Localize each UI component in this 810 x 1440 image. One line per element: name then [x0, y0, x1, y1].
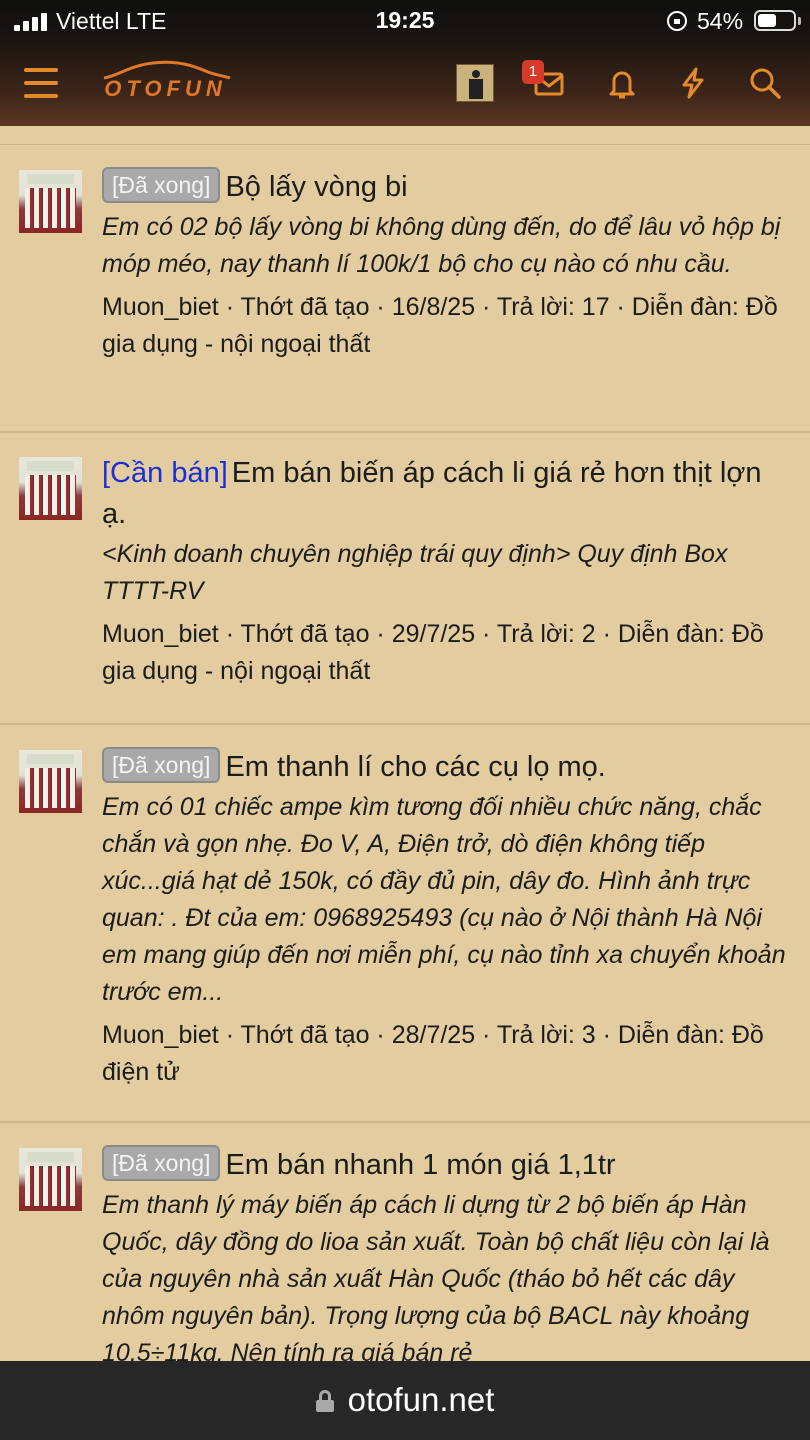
notification-badge: 1: [522, 60, 544, 84]
battery-percent: 54%: [697, 8, 744, 34]
thread-body: [Đã xong] Em thanh lí cho các cụ lọ mọ. E…: [102, 747, 792, 1091]
url-text[interactable]: otofun.net: [348, 1381, 495, 1418]
thread-item[interactable]: [Đã xong] Em thanh lí cho các cụ lọ mọ. E…: [0, 725, 810, 1123]
author-avatar[interactable]: [19, 457, 82, 520]
author-avatar[interactable]: [19, 170, 82, 233]
browser-address-bar[interactable]: otofun.net: [0, 1361, 810, 1440]
thread-prefix-link[interactable]: [Cần bán]: [102, 457, 228, 489]
thread-title[interactable]: [Cần bán] Em bán biến áp cách li giá rẻ h…: [102, 453, 792, 535]
thread-prefix-badge[interactable]: [Đã xong]: [102, 167, 221, 203]
thread-item[interactable]: [Cần bán] Em bán biến áp cách li giá rẻ h…: [0, 433, 810, 725]
thread-prefix-badge[interactable]: [Đã xong]: [102, 1145, 221, 1181]
top-chrome: Viettel LTE 19:25 54% OTOFUN 1: [0, 0, 810, 126]
bolt-icon[interactable]: [676, 66, 710, 100]
thread-title-text[interactable]: Bộ lấy vòng bi: [225, 171, 407, 203]
site-logo[interactable]: OTOFUN: [98, 60, 233, 102]
thread-snippet: <Kinh doanh chuyên nghiệp trái quy định>…: [102, 540, 728, 605]
bell-icon[interactable]: [605, 66, 639, 100]
author-avatar[interactable]: [19, 1148, 82, 1211]
logo-text: OTOFUN: [104, 76, 227, 101]
search-icon[interactable]: [748, 66, 782, 100]
thread-prefix-badge[interactable]: [Đã xong]: [102, 747, 221, 783]
thread-item[interactable]: [Đã xong] Bộ lấy vòng bi Em có 02 bộ lấy …: [0, 145, 810, 433]
url-display[interactable]: otofun.net: [0, 1381, 810, 1419]
battery-tip: [798, 17, 801, 25]
author-avatar[interactable]: [19, 750, 82, 813]
thread-meta: Muon_biet · Thớt đã tạo · 29/7/25 · Trả …: [102, 620, 764, 685]
thread-body: [Cần bán] Em bán biến áp cách li giá rẻ h…: [102, 453, 792, 690]
clock: 19:25: [375, 7, 435, 33]
thread-item[interactable]: [Đã xong] Em bán nhanh 1 món giá 1,1tr Em…: [0, 1123, 810, 1363]
menu-icon[interactable]: [24, 68, 58, 98]
header-divider: [0, 126, 810, 145]
user-avatar[interactable]: [456, 64, 494, 102]
thread-snippet: Em thanh lý máy biến áp cách li dựng từ …: [102, 1191, 770, 1363]
thread-meta: Muon_biet · Thớt đã tạo · 16/8/25 · Trả …: [102, 293, 778, 358]
app-header: OTOFUN 1: [0, 42, 810, 126]
orientation-lock-icon: [667, 11, 687, 31]
thread-title-text[interactable]: Em thanh lí cho các cụ lọ mọ.: [225, 751, 605, 783]
thread-title[interactable]: [Đã xong] Bộ lấy vòng bi: [102, 167, 792, 208]
thread-title[interactable]: [Đã xong] Em thanh lí cho các cụ lọ mọ.: [102, 747, 792, 788]
status-bar: Viettel LTE 19:25 54%: [0, 0, 810, 42]
thread-title[interactable]: [Đã xong] Em bán nhanh 1 món giá 1,1tr: [102, 1145, 792, 1186]
thread-meta: Muon_biet · Thớt đã tạo · 28/7/25 · Trả …: [102, 1021, 764, 1086]
thread-body: [Đã xong] Bộ lấy vòng bi Em có 02 bộ lấy …: [102, 167, 792, 363]
battery-icon: [754, 10, 796, 31]
thread-title-text[interactable]: Em bán nhanh 1 món giá 1,1tr: [225, 1149, 615, 1181]
thread-snippet: Em có 01 chiếc ampe kìm tương đối nhiều …: [102, 793, 786, 1006]
lock-icon: [315, 1390, 334, 1412]
thread-snippet: Em có 02 bộ lấy vòng bi không dùng đến, …: [102, 213, 781, 278]
thread-body: [Đã xong] Em bán nhanh 1 món giá 1,1tr Em…: [102, 1145, 792, 1363]
